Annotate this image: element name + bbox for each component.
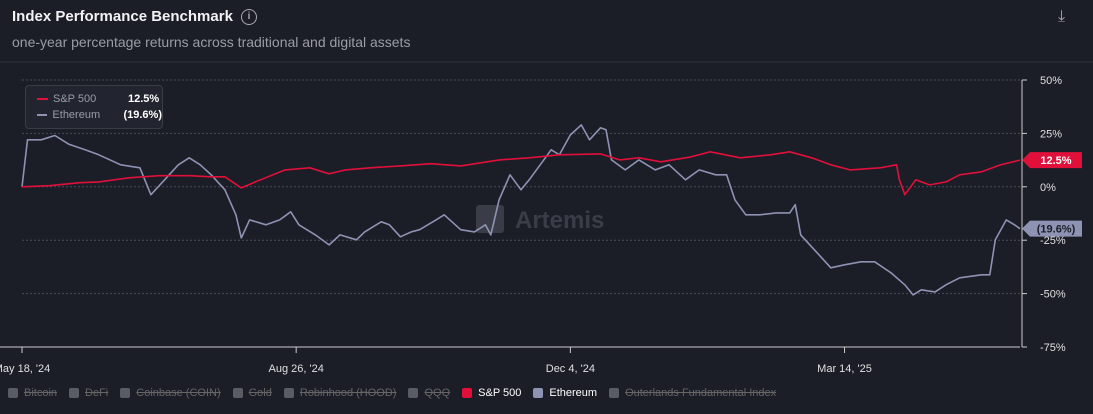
tooltip-name: S&P 500 <box>53 93 97 105</box>
ethereum-swatch <box>37 114 48 116</box>
tooltip: S&P 500 12.5% Ethereum (19.6%) <box>25 85 163 129</box>
legend-swatch <box>408 388 419 398</box>
legend-item[interactable]: S&P 500 <box>462 387 521 399</box>
tooltip-row-ethereum: Ethereum (19.6%) <box>26 108 162 122</box>
x-tick-label: May 18, '24 <box>0 363 50 375</box>
legend-item[interactable]: Coinbase (COIN) <box>120 387 221 399</box>
legend-item[interactable]: Bitcoin <box>8 387 57 399</box>
series-line-s-p-500 <box>21 151 1021 196</box>
legend-item[interactable]: Gold <box>232 387 272 399</box>
legend-item[interactable]: DeFi <box>69 387 108 399</box>
legend-swatch <box>533 388 544 398</box>
y-tick-label: -25% <box>1040 235 1066 247</box>
end-label: 12.5% <box>1040 155 1071 167</box>
legend-swatch <box>69 388 80 398</box>
watermark: Artemis <box>515 207 604 234</box>
legend-item[interactable]: Outerlands Fundamental Index <box>609 387 776 399</box>
y-tick-label: -50% <box>1040 289 1066 301</box>
legend-label: DeFi <box>85 387 109 399</box>
end-label: (19.6%) <box>1037 224 1076 236</box>
legend-swatch <box>609 388 620 398</box>
legend-label: Gold <box>248 387 272 399</box>
legend-swatch <box>120 388 131 398</box>
legend-label: Robinhood (HOOD) <box>299 387 397 399</box>
y-tick-label: 25% <box>1040 128 1062 140</box>
tooltip-name: Ethereum <box>52 109 101 121</box>
legend-label: Bitcoin <box>24 387 58 399</box>
x-tick-label: Aug 26, '24 <box>269 363 324 375</box>
legend-label: S&P 500 <box>478 387 522 399</box>
legend-swatch <box>8 388 18 398</box>
legend: Bitcoin DeFi Coinbase (COIN) Gold Robinhood … <box>8 387 788 399</box>
sp500-swatch <box>37 98 48 100</box>
legend-swatch <box>232 388 243 398</box>
legend-swatch <box>283 388 294 398</box>
legend-item[interactable]: QQQ <box>408 387 450 399</box>
x-tick-label: Dec 4, '24 <box>546 363 595 375</box>
tooltip-value: (19.6%) <box>123 109 162 121</box>
y-tick-label: 50% <box>1040 75 1062 87</box>
tooltip-row-sp500: S&P 500 12.5% <box>26 92 162 106</box>
legend-swatch <box>462 388 473 398</box>
legend-label: Coinbase (COIN) <box>136 387 221 399</box>
tooltip-value: 12.5% <box>128 93 160 105</box>
x-tick-label: Mar 14, '25 <box>817 363 872 375</box>
legend-item[interactable]: Ethereum <box>533 387 597 399</box>
legend-label: Outerlands Fundamental Index <box>625 387 777 399</box>
legend-label: QQQ <box>424 387 451 399</box>
chart: 50% 25% 0% -25% -50% -75% May 18, '24 Aug 26, '… <box>0 61 1093 375</box>
legend-item[interactable]: Robinhood (HOOD) <box>283 387 397 399</box>
legend-label: Ethereum <box>549 387 598 399</box>
y-tick-label: -75% <box>1040 342 1066 354</box>
y-tick-label: 0% <box>1040 182 1056 194</box>
